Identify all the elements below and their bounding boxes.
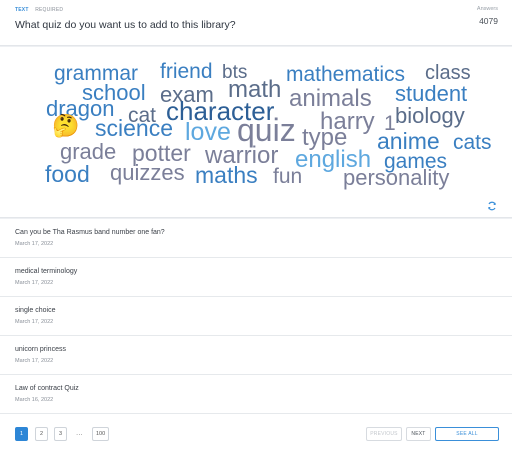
cloud-word-quizzes: quizzes: [110, 160, 185, 185]
cloud-word-cats: cats: [453, 131, 492, 154]
response-text: Can you be Tha Rasmus band number one fa…: [15, 229, 165, 236]
response-date: March 17, 2022: [15, 241, 54, 247]
response-text: Law of contract Quiz: [15, 385, 79, 392]
response-list: Can you be Tha Rasmus band number one fa…: [0, 219, 512, 414]
cloud-word-class: class: [425, 62, 471, 84]
response-row[interactable]: medical terminology March 17, 2022: [0, 258, 512, 297]
thinking-face-icon: 🤔: [52, 113, 80, 138]
response-row[interactable]: Can you be Tha Rasmus band number one fa…: [0, 219, 512, 258]
response-text: unicorn princess: [15, 346, 66, 353]
pagination-ellipsis: ...: [76, 428, 83, 437]
refresh-icon[interactable]: [486, 201, 498, 213]
answers-count: 4079: [479, 16, 498, 26]
refresh-icon-glyph: [488, 201, 496, 211]
cloud-word-science: science: [95, 115, 173, 141]
response-date: March 17, 2022: [15, 319, 54, 325]
page-button-2[interactable]: 2: [35, 427, 48, 441]
pagination-bar: 1 2 3 ... 100 PREVIOUS NEXT SEE ALL: [0, 414, 512, 456]
word-cloud: grammar friend bts mathematics class sch…: [0, 47, 512, 218]
previous-button[interactable]: PREVIOUS: [366, 427, 402, 441]
response-row[interactable]: Law of contract Quiz March 16, 2022: [0, 375, 512, 414]
next-button[interactable]: NEXT: [406, 427, 431, 441]
cloud-word-food: food: [45, 161, 90, 187]
response-date: March 17, 2022: [15, 280, 54, 286]
question-header: TEXT REQUIRED What quiz do you want us t…: [0, 0, 512, 46]
response-date: March 16, 2022: [15, 397, 54, 403]
question-title: What quiz do you want us to add to this …: [15, 19, 236, 31]
page-button-last[interactable]: 100: [92, 427, 110, 441]
response-row[interactable]: unicorn princess March 17, 2022: [0, 336, 512, 375]
required-tag: REQUIRED: [35, 7, 64, 13]
cloud-word-fun: fun: [273, 165, 303, 188]
question-tags: TEXT REQUIRED: [15, 7, 63, 13]
response-text: medical terminology: [15, 268, 78, 275]
question-type-tag: TEXT: [15, 7, 29, 13]
cloud-word-student: student: [395, 81, 468, 106]
cloud-word-friend: friend: [160, 60, 213, 83]
answers-label: Answers: [476, 6, 498, 12]
response-text: single choice: [15, 307, 56, 314]
cloud-word-biology: biology: [395, 103, 465, 128]
cloud-word-grade: grade: [60, 139, 117, 164]
cloud-word-maths: maths: [195, 162, 258, 188]
page-button-1[interactable]: 1: [15, 427, 28, 441]
cloud-word-mathematics: mathematics: [286, 63, 406, 86]
page-button-3[interactable]: 3: [54, 427, 67, 441]
response-date: March 17, 2022: [15, 358, 54, 364]
cloud-word-personality: personality: [343, 165, 450, 190]
see-all-button[interactable]: SEE ALL: [435, 427, 499, 441]
response-row[interactable]: single choice March 17, 2022: [0, 297, 512, 336]
